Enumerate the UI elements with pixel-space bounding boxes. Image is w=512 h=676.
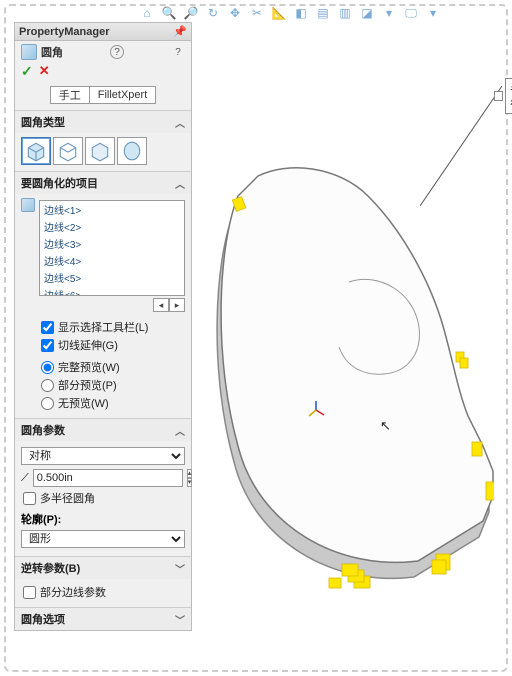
fillet-type-face[interactable] [85,137,115,165]
zoom-area-icon[interactable]: 🔎 [184,6,198,20]
fillet-type-full-round[interactable] [117,137,147,165]
show-selection-toolbar-checkbox[interactable] [41,321,54,334]
partial-edges-checkbox[interactable] [23,586,36,599]
tab-manual[interactable]: 手工 [50,86,89,104]
section-label: 圆角参数 [21,422,65,438]
feature-name: 圆角 [41,44,63,60]
chevron-up-icon: ︿ [175,176,185,191]
shaded-icon[interactable]: ▤ [316,6,330,20]
chevron-up-icon: ︿ [175,115,185,130]
checkbox-label: 部分边线参数 [40,584,106,600]
callout-label: 半径: [505,78,512,114]
symmetry-select[interactable]: 对称 [21,447,185,465]
hidden-lines-icon[interactable]: ▥ [338,6,352,20]
part-model[interactable] [204,142,494,602]
spinner-down[interactable]: ▾ [187,478,193,487]
pm-tab-row: 手工 FilletXpert [15,84,191,110]
chevron-down-icon: ﹀ [175,612,185,627]
partial-preview-radio[interactable] [41,379,54,392]
cursor-icon: ↖ [380,418,391,434]
help-icon[interactable]: ? [110,45,124,59]
profile-select[interactable]: 圆形 [21,530,185,548]
fillet-type-constant[interactable] [21,137,51,165]
section-label: 圆角类型 [21,114,65,130]
fillet-type-variable[interactable] [53,137,83,165]
graphics-viewport[interactable]: 半径: 0.50000000in ↖ [194,22,502,666]
pm-feature-row: 圆角 ? ? [15,41,191,63]
pin-icon[interactable]: 📌 [173,25,187,39]
list-item[interactable]: 边线<2> [40,218,184,235]
list-item[interactable]: 边线<5> [40,269,184,286]
radio-label: 部分预览(P) [58,377,117,393]
spinner-up[interactable]: ▴ [187,469,193,478]
section-icon[interactable]: ✂ [250,6,264,20]
radius-input[interactable] [33,469,183,487]
section-label: 逆转参数(B) [21,560,80,576]
fillet-feature-icon [21,44,37,60]
radius-spinner: ▴ ▾ [187,469,193,487]
dropdown-icon[interactable]: ▾ [382,6,396,20]
list-item[interactable]: 边线<1> [40,201,184,218]
section-fillet-type[interactable]: 圆角类型 ︿ [15,110,191,133]
view-cube-icon[interactable]: ◧ [294,6,308,20]
display-state-icon[interactable]: ◪ [360,6,374,20]
list-pager: ◂ ▸ [21,298,185,312]
heads-up-toolbar: ⌂ 🔍 🔎 ↻ ✥ ✂ 📐 ◧ ▤ ▥ ◪ ▾ 🖵 ▾ [140,6,440,20]
reverse-body: 部分边线参数 [15,579,191,607]
measure-icon[interactable]: 📐 [272,6,286,20]
pm-title: PropertyManager [19,26,109,38]
list-item[interactable]: 边线<6> [40,286,184,296]
callout-handle[interactable] [494,91,503,101]
screen-icon[interactable]: 🖵 [404,6,418,20]
cancel-button[interactable]: ✕ [39,63,50,80]
ok-button[interactable]: ✓ [21,63,33,80]
origin-triad-icon [306,400,326,420]
tangent-propagation-checkbox[interactable] [41,339,54,352]
profile-label: 轮廓(P): [21,507,185,528]
radius-icon: ⟋ [21,470,29,486]
radius-callout[interactable]: 半径: 0.50000000in [494,78,512,114]
section-items[interactable]: 要圆角化的项目 ︿ [15,171,191,194]
no-preview-radio[interactable] [41,397,54,410]
checkbox-label: 多半径圆角 [40,490,95,506]
list-next-button[interactable]: ▸ [169,298,185,312]
edges-selection-icon [21,198,35,212]
zoom-fit-icon[interactable]: 🔍 [162,6,176,20]
full-preview-radio[interactable] [41,361,54,374]
pan-icon[interactable]: ✥ [228,6,242,20]
section-label: 要圆角化的项目 [21,175,98,191]
items-body: 边线<1> 边线<2> 边线<3> 边线<4> 边线<5> 边线<6> 边线<7… [15,194,191,418]
params-body: 对称 ⟋ ▴ ▾ 多半径圆角 轮廓(P): 圆形 [15,441,191,556]
fillet-type-body [15,133,191,171]
list-item[interactable]: 边线<3> [40,235,184,252]
radio-label: 无预览(W) [58,395,109,411]
chevron-down-icon: ﹀ [175,561,185,576]
section-label: 圆角选项 [21,611,65,627]
edge-selection-list[interactable]: 边线<1> 边线<2> 边线<3> 边线<4> 边线<5> 边线<6> 边线<7… [39,200,185,296]
pm-action-row: ✓ ✕ [15,63,191,84]
home-icon[interactable]: ⌂ [140,6,154,20]
checkbox-label: 切线延伸(G) [58,337,118,353]
multi-radius-checkbox[interactable] [23,492,36,505]
section-options[interactable]: 圆角选项 ﹀ [15,607,191,630]
dropdown-icon[interactable]: ▾ [426,6,440,20]
tab-filletxpert[interactable]: FilletXpert [89,86,157,104]
section-reverse[interactable]: 逆转参数(B) ﹀ [15,556,191,579]
pm-titlebar: PropertyManager 📌 [15,23,191,41]
more-help-icon[interactable]: ? [171,45,185,59]
list-item[interactable]: 边线<4> [40,252,184,269]
rotate-icon[interactable]: ↻ [206,6,220,20]
chevron-up-icon: ︿ [175,423,185,438]
list-prev-button[interactable]: ◂ [153,298,169,312]
checkbox-label: 显示选择工具栏(L) [58,319,148,335]
section-params[interactable]: 圆角参数 ︿ [15,418,191,441]
radio-label: 完整预览(W) [58,359,120,375]
property-manager-panel: PropertyManager 📌 圆角 ? ? ✓ ✕ 手工 FilletXp… [14,22,192,631]
